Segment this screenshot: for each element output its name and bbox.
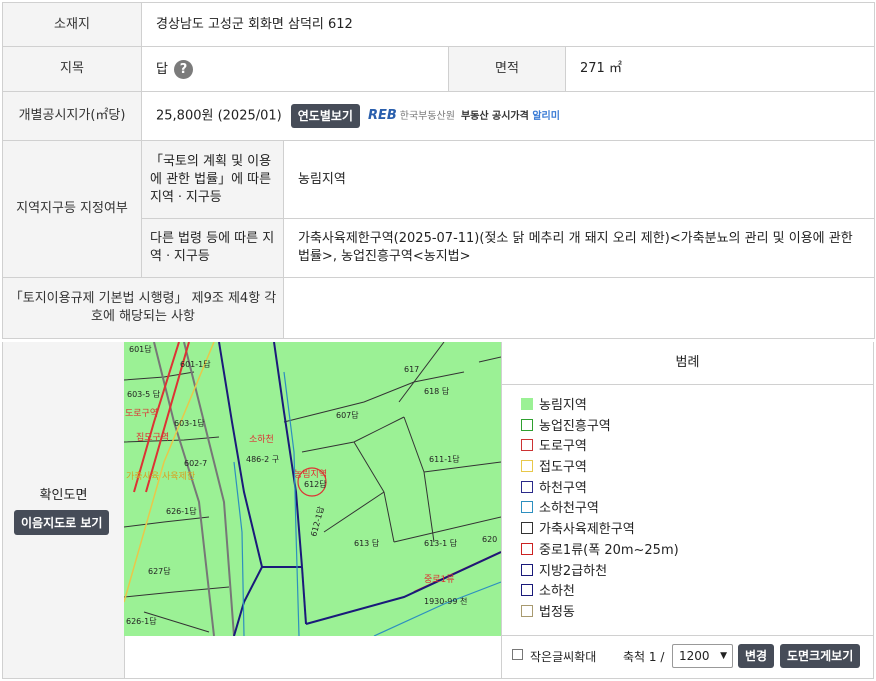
legend-item-label: 하천구역 [539,480,587,496]
land-category-label: 지목 [2,46,142,92]
legend-item: 농림지역 [521,396,679,417]
small-text-label: 작은글씨확대 [530,650,597,664]
map-label-626-1: 626-1답 [166,506,197,516]
land-category-cell: 답? [141,46,449,92]
legend-item-label: 도로구역 [539,439,587,455]
legend-swatch [521,584,533,597]
legend-item: 가축사육제한구역 [521,520,679,541]
legend-swatch [521,398,533,410]
legend-swatch [521,501,533,514]
regulation-label: 「토지이용규제 기본법 시행령」 제9조 제4항 각 호에 해당되는 사항 [2,277,284,339]
legend-swatch [521,480,533,493]
reb-app-name: 부동산 공시가격 알리미 [460,110,560,122]
legend-swatch [521,604,533,617]
map-section: 확인도면 이음지도로 보기 601답 601-1답 603-5 답 603-1답… [2,342,874,679]
small-text-checkbox[interactable] [512,649,523,660]
legend-swatch [521,563,533,576]
map-label-617: 617 [404,365,419,374]
zoning-national-value: 농림지역 [282,140,876,219]
map-label-603-1: 603-1답 [174,418,205,428]
legend-item: 법정동 [521,603,679,624]
legend-panel: 범례 농림지역농업진흥구역도로구역접도구역하천구역소하천구역가축사육제한구역중로… [501,342,874,679]
reb-price-link[interactable]: REB 한국부동산원 부동산 공시가격 알리미 [368,107,560,126]
area-label: 면적 [448,46,566,92]
map-label-1930-99: 1930-99 천 [424,596,467,606]
yearly-view-button[interactable]: 연도별보기 [290,104,360,128]
map-label-607: 607답 [336,410,359,420]
location-value: 경상남도 고성군 회화면 삼덕리 612 [140,2,876,47]
map-label-620: 620 [482,535,497,544]
map-label-602-7: 602-7 [184,459,207,468]
legend-swatch [521,460,533,473]
zoning-other-label: 다른 법령 등에 따른 지역ㆍ지구등 [141,218,284,278]
legend-item: 중로1류(폭 20m~25m) [521,541,679,562]
map-label-612: 612답 [304,479,327,489]
map-label-613-1: 613-1 답 [424,538,458,548]
legend-item-label: 중로1류(폭 20m~25m) [539,542,679,558]
map-label-601: 601답 [129,344,152,354]
legend-swatch [521,522,533,535]
cadastral-map[interactable]: 601답 601-1답 603-5 답 603-1답 602-7 626-1답 … [124,342,501,636]
legend-item-label: 법정동 [539,604,575,620]
enlarge-map-button[interactable]: 도면크게보기 [780,644,861,668]
map-label-627: 627답 [148,566,171,576]
official-price-label: 개별공시지가(㎡당) [2,91,142,141]
map-label-601-1: 601-1답 [180,359,211,369]
map-label-subject-zone: 농림지역 [294,468,327,480]
land-category-value: 답 [156,61,168,77]
reb-logo: REB [367,107,397,123]
legend-item: 소하천 [521,582,679,603]
map-label-486-2: 486-2 구 [246,455,279,464]
legend-title: 범례 [502,342,873,385]
official-price-value: 25,800원 (2025/01) [156,108,282,124]
scale-label: 축척 1 / [623,650,665,664]
eum-map-button[interactable]: 이음지도로 보기 [14,510,110,535]
regulation-value [282,277,876,339]
change-scale-button[interactable]: 변경 [738,644,775,668]
legend-swatch [521,418,533,431]
scale-select[interactable]: 1200 ▼ [672,644,733,668]
map-label-618: 618 답 [424,386,450,396]
legend-item: 하천구역 [521,479,679,500]
reb-provider-name: 한국부동산원 [399,110,455,122]
legend-item: 농업진흥구역 [521,417,679,438]
location-label: 소재지 [2,2,142,47]
map-label-road-zone2: 집도구역 [136,431,169,443]
scale-value: 1200 [679,649,710,663]
chevron-down-icon: ▼ [720,651,727,661]
legend-item-label: 가축사육제한구역 [539,522,635,538]
land-info-table: 소재지 경상남도 고성군 회화면 삼덕리 612 지목 답? 면적 271 ㎡ … [2,2,876,339]
map-label-603-5: 603-5 답 [127,389,161,399]
map-label: 확인도면 [39,488,88,503]
map-label-626-10: 626-1답 [126,616,157,626]
legend-swatch [521,439,533,452]
map-label-cell: 확인도면 이음지도로 보기 [2,342,125,679]
map-label-river: 소하천 [249,434,274,445]
legend-controls: 작은글씨확대 축척 1 / 1200 ▼ 변경 도면크게보기 [502,635,873,678]
legend-item-label: 소하천구역 [539,501,599,517]
zoning-national-label: 「국토의 계획 및 이용에 관한 법률」에 따른 지역ㆍ지구등 [141,140,284,219]
legend-item: 소하천구역 [521,499,679,520]
legend-item-label: 농림지역 [539,398,587,413]
map-label-road-zone: 도로구역 [125,408,158,419]
legend-item: 접도구역 [521,458,679,479]
legend-item-label: 지방2급하천 [539,563,608,579]
legend-item: 도로구역 [521,437,679,458]
area-value: 271 ㎡ [564,46,876,92]
map-label-613: 613 답 [354,538,380,548]
map-view[interactable]: 601답 601-1답 603-5 답 603-1답 602-7 626-1답 … [124,342,501,679]
map-label-livestock: 가축사육 사육제한 [126,471,195,482]
legend-item-label: 소하천 [539,584,575,600]
official-price-cell: 25,800원 (2025/01) 연도별보기 REB 한국부동산원 부동산 공시가격 … [140,91,876,141]
map-label-611-1: 611-1답 [429,454,460,464]
legend-item: 지방2급하천 [521,562,679,583]
legend-item-label: 접도구역 [539,460,587,476]
legend-swatch [521,542,533,555]
zoning-other-value: 가축사육제한구역(2025-07-11)(젖소 닭 메추리 개 돼지 오리 제한… [282,218,876,278]
question-circle-icon[interactable]: ? [173,59,193,79]
legend-item-label: 농업진흥구역 [539,418,611,434]
zoning-label: 지역지구등 지정여부 [2,140,142,278]
map-label-river-bottom: 중로1류 [424,574,455,585]
legend-list: 농림지역농업진흥구역도로구역접도구역하천구역소하천구역가축사육제한구역중로1류(… [521,396,679,624]
